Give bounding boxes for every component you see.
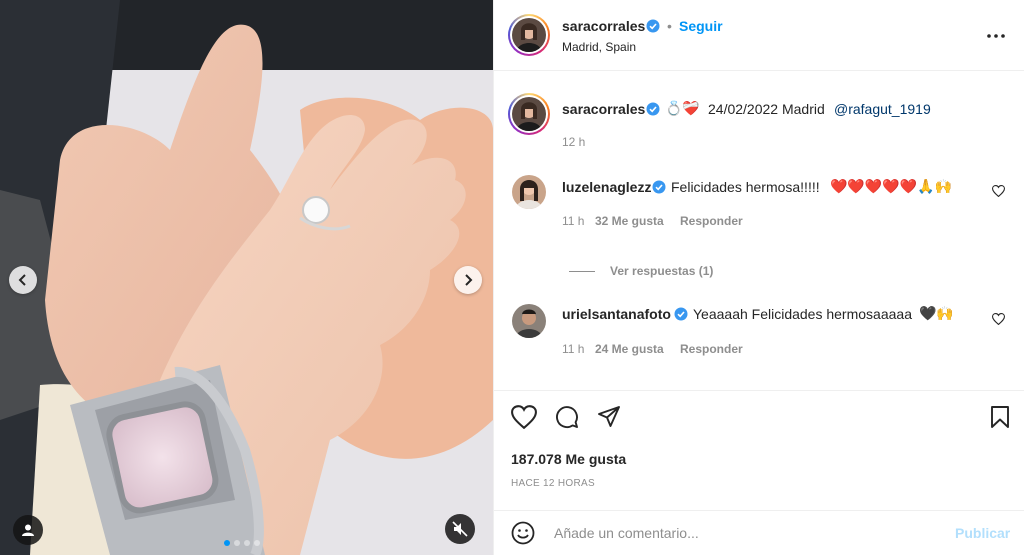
instagram-post: saracorrales • Seguir Madrid, Spain sara… (0, 0, 1024, 555)
mute-button[interactable] (445, 514, 475, 544)
commenter-avatar[interactable] (512, 304, 546, 338)
verified-badge-icon (646, 19, 660, 33)
add-comment-bar: Publicar (494, 510, 1024, 555)
post-details-pane: saracorrales • Seguir Madrid, Spain sara… (493, 0, 1024, 555)
carousel-next-button[interactable] (454, 266, 482, 294)
carousel-prev-button[interactable] (9, 266, 37, 294)
comment-time[interactable]: 11 h (562, 214, 584, 228)
comment-emojis: ❤️❤️❤️❤️❤️🙏🙌 (830, 178, 953, 194)
carousel-dot (244, 540, 250, 546)
comment-likes[interactable]: 32 Me gusta (595, 214, 664, 228)
tagged-users-button[interactable] (13, 515, 43, 545)
caption-author-avatar[interactable] (508, 93, 550, 135)
author-avatar[interactable] (508, 14, 550, 56)
comment-time[interactable]: 11 h (562, 342, 584, 356)
comment-text: Felicidades hermosa!!!!! (671, 179, 820, 195)
follow-button[interactable]: Seguir (679, 18, 723, 34)
commenter-username[interactable]: luzelenaglezz (562, 179, 651, 195)
post-location[interactable]: Madrid, Spain (562, 40, 636, 54)
publish-button[interactable]: Publicar (955, 525, 1010, 541)
reply-button[interactable]: Responder (680, 342, 743, 356)
avatar (512, 18, 546, 52)
carousel-dot (224, 540, 230, 546)
chevron-left-icon (18, 274, 26, 286)
verified-badge-icon (652, 180, 666, 194)
verified-badge-icon (674, 307, 688, 321)
author-username[interactable]: saracorrales (562, 18, 645, 34)
header-separator: • (667, 18, 672, 34)
heart-icon[interactable] (511, 405, 537, 429)
share-icon[interactable] (597, 405, 621, 429)
avatar (512, 97, 546, 131)
reply-button[interactable]: Responder (680, 214, 743, 228)
comment-likes[interactable]: 24 Me gusta (595, 342, 664, 356)
caption-text: 24/02/2022 Madrid (708, 101, 825, 117)
post-time-ago[interactable]: HACE 12 HORAS (511, 478, 595, 489)
likes-count[interactable]: 187.078 Me gusta (511, 451, 626, 467)
commenter-username[interactable]: urielsantanafoto (562, 306, 671, 322)
user-tag-icon (22, 524, 34, 536)
comment-input[interactable] (554, 525, 934, 541)
comment-text: Yeaaaah Felicidades hermosaaaaa (693, 306, 912, 322)
post-header: saracorrales • Seguir Madrid, Spain (494, 0, 1024, 71)
comment-icon[interactable] (555, 405, 579, 429)
caption-username[interactable]: saracorrales (562, 101, 645, 117)
chevron-right-icon (465, 274, 473, 286)
heart-icon[interactable] (992, 185, 1005, 197)
carousel-dot (234, 540, 240, 546)
avatar (512, 304, 546, 338)
more-options-icon[interactable] (984, 26, 1008, 46)
caption-mention-link[interactable]: @rafagut_1919 (834, 101, 931, 117)
heart-icon[interactable] (992, 313, 1005, 325)
smiley-icon[interactable] (511, 521, 535, 545)
caption-time[interactable]: 12 h (562, 135, 585, 149)
comment-emojis: 🖤🙌 (919, 305, 954, 321)
post-photo (0, 0, 493, 555)
carousel-indicator (224, 540, 260, 546)
carousel-dot (254, 540, 260, 546)
view-replies-button[interactable]: Ver respuestas (1) (610, 264, 713, 278)
caption-emojis: 💍❤️‍🩹 (665, 100, 700, 116)
commenter-avatar[interactable] (512, 175, 546, 209)
mute-icon (452, 521, 468, 537)
post-media (0, 0, 493, 555)
actions-divider (494, 390, 1024, 391)
bookmark-icon[interactable] (989, 405, 1011, 429)
replies-divider (569, 271, 595, 272)
avatar (512, 175, 546, 209)
verified-badge-icon (646, 102, 660, 116)
